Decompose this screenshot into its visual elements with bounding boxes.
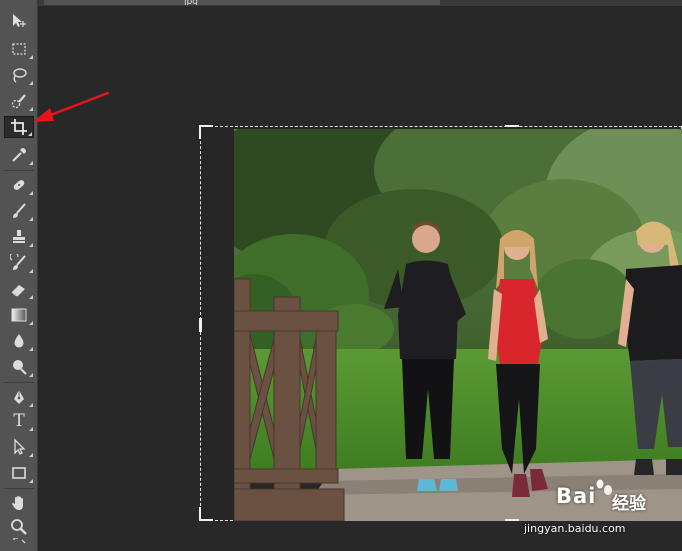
watermark-url: jingyan.baidu.com — [524, 522, 626, 535]
baidu-watermark: Bai 经验 jingyan.baidu.com — [520, 476, 682, 546]
watermark-brand: Bai — [556, 484, 597, 508]
annotation-arrow-icon — [33, 91, 110, 122]
watermark-brand-cn: 经验 — [612, 494, 646, 514]
